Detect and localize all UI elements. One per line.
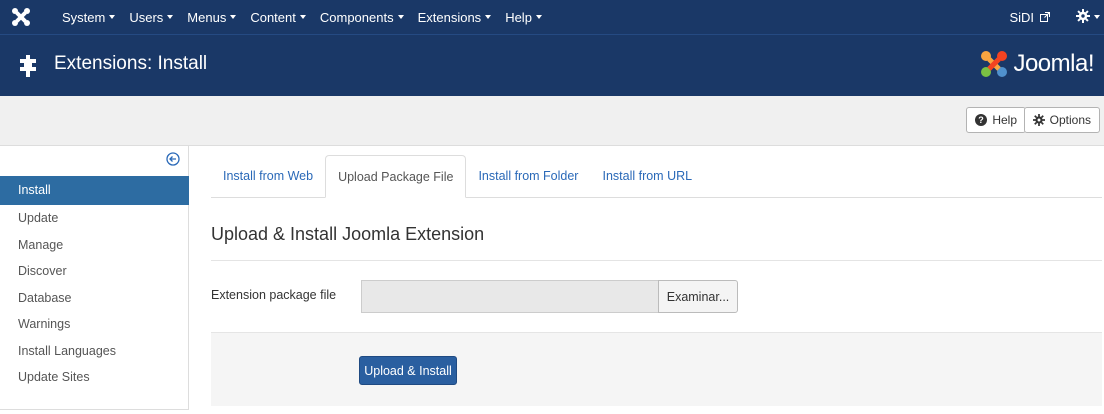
collapse-sidebar-icon[interactable] — [166, 152, 180, 169]
menu-label: Content — [250, 9, 296, 25]
menu-users[interactable]: Users — [129, 9, 174, 25]
file-label: Extension package file — [211, 288, 337, 302]
install-tabs: Install from Web Upload Package File Ins… — [211, 155, 1102, 198]
caret-down-icon — [485, 15, 492, 19]
sidebar-item-install-languages[interactable]: Install Languages — [0, 338, 189, 365]
menu-system[interactable]: System — [62, 9, 116, 25]
user-settings-menu[interactable] — [1076, 8, 1100, 26]
site-link[interactable]: SiDI — [1009, 10, 1050, 25]
form-actions: Upload & Install — [211, 332, 1102, 406]
logo-text: Joomla! — [1013, 50, 1094, 77]
caret-down-icon — [230, 15, 237, 19]
menu-label: Extensions — [417, 9, 482, 25]
page-title: Extensions: Install — [54, 53, 208, 74]
sidebar-item-warnings[interactable]: Warnings — [0, 311, 189, 338]
menu-menus[interactable]: Menus — [187, 9, 237, 25]
tab-install-from-folder[interactable]: Install from Folder — [466, 155, 590, 197]
main-content: Install from Web Upload Package File Ins… — [211, 155, 1102, 406]
puzzle-icon — [18, 55, 38, 77]
top-navbar: System Users Menus Content Components Ex… — [0, 0, 1104, 34]
caret-down-icon — [535, 15, 542, 19]
sidebar-item-install[interactable]: Install — [0, 176, 189, 205]
sidebar-item-update[interactable]: Update — [0, 205, 189, 232]
help-button[interactable]: ? Help — [966, 107, 1026, 133]
sidebar-item-manage[interactable]: Manage — [0, 232, 189, 259]
menu-content[interactable]: Content — [250, 10, 306, 25]
svg-text:?: ? — [979, 115, 985, 125]
tab-install-from-web[interactable]: Install from Web — [211, 155, 325, 197]
sidebar-item-discover[interactable]: Discover — [0, 258, 189, 285]
file-upload-row: Extension package file Examinar... — [211, 280, 1102, 314]
menu-components[interactable]: Components — [320, 10, 404, 25]
site-link-label: SiDI — [1009, 9, 1034, 25]
tab-install-from-url[interactable]: Install from URL — [590, 155, 704, 197]
gear-icon — [1076, 8, 1090, 26]
caret-down-icon — [109, 15, 116, 19]
section-title: Upload & Install Joomla Extension — [211, 224, 1102, 261]
menu-label: Menus — [187, 9, 227, 25]
page-header: Extensions: Install Joomla! — [0, 34, 1104, 96]
menu-help[interactable]: Help — [505, 10, 542, 25]
sidebar: Install Update Manage Discover Database … — [0, 146, 189, 410]
sidebar-item-database[interactable]: Database — [0, 285, 189, 312]
caret-down-icon — [167, 15, 174, 19]
upload-install-button[interactable]: Upload & Install — [359, 356, 457, 385]
menu-label: Help — [505, 9, 532, 25]
caret-down-icon — [397, 15, 404, 19]
options-label: Options — [1049, 113, 1091, 127]
menu-extensions[interactable]: Extensions — [418, 10, 492, 25]
question-icon: ? — [975, 114, 988, 126]
toolbar: ? Help Options — [0, 96, 1104, 146]
menu-label: System — [62, 9, 106, 25]
caret-down-icon — [1094, 15, 1100, 19]
menu-label: Users — [129, 9, 164, 25]
help-label: Help — [992, 113, 1017, 127]
tab-upload-package-file[interactable]: Upload Package File — [325, 155, 467, 198]
joomla-logo: Joomla! — [979, 49, 1094, 79]
caret-down-icon — [299, 15, 306, 19]
browse-button[interactable]: Examinar... — [658, 280, 738, 313]
main-menu: System Users Menus Content Components Ex… — [62, 0, 556, 34]
gear-icon — [1032, 114, 1045, 126]
file-path-field[interactable] — [361, 280, 661, 313]
options-button[interactable]: Options — [1023, 107, 1100, 133]
menu-label: Components — [319, 9, 394, 25]
external-link-icon — [1040, 10, 1050, 25]
sidebar-item-update-sites[interactable]: Update Sites — [0, 364, 189, 391]
joomla-icon[interactable] — [10, 6, 32, 28]
